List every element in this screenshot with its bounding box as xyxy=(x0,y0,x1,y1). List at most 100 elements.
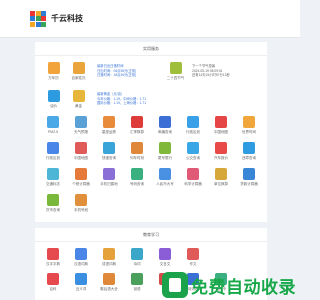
oil-icon xyxy=(47,89,60,102)
service-item[interactable]: 手机归属地 xyxy=(95,168,123,187)
service-label: 汽车报价 xyxy=(214,156,228,160)
site-logo-icon[interactable] xyxy=(30,10,46,27)
solar-term-item[interactable]: 二十四节气 xyxy=(163,61,188,81)
service-icon xyxy=(159,168,171,180)
service-item[interactable]: 汉字字典 xyxy=(39,248,67,267)
service-item[interactable]: 近义词 xyxy=(67,273,95,292)
service-item[interactable]: PM2.5 xyxy=(39,116,67,135)
service-icon xyxy=(47,142,59,154)
service-label: 近义词 xyxy=(75,287,87,291)
service-label: 尾号限行 xyxy=(158,156,172,160)
service-icon xyxy=(159,116,171,128)
service-item[interactable]: 行政区划 xyxy=(39,142,67,161)
service-icon xyxy=(159,142,171,154)
service-icon xyxy=(75,194,87,206)
service-icon xyxy=(103,248,115,260)
service-item[interactable]: 行政区划 xyxy=(179,116,207,135)
service-label: 成语词典 xyxy=(102,262,116,266)
service-icon xyxy=(131,273,143,285)
service-item[interactable]: 交通标志 xyxy=(39,168,67,187)
watermark-logo-icon xyxy=(162,272,188,298)
service-item[interactable]: 谜语 xyxy=(123,273,151,292)
service-label: 交通标志 xyxy=(46,182,60,186)
service-item[interactable]: 世界时间 xyxy=(235,116,263,135)
services-grid: PM2.5 天气预报 星座运势 汇率换算 邮编查询 行政区划 中国地图 世界时间 行政区划 中国地… xyxy=(35,116,267,213)
service-item[interactable]: 汽车报价 xyxy=(207,142,235,161)
service-icon xyxy=(187,142,199,154)
service-icon xyxy=(159,248,171,260)
calendar-icon xyxy=(47,61,60,74)
service-icon xyxy=(47,248,59,260)
service-icon xyxy=(131,142,143,154)
service-label: 星座运势 xyxy=(102,130,116,134)
service-label: 个税计算器 xyxy=(72,182,90,186)
service-item[interactable]: 百家姓氏 xyxy=(66,61,91,81)
service-icon xyxy=(187,116,199,128)
service-item[interactable]: 黄金 xyxy=(66,89,91,109)
service-icon xyxy=(243,142,255,154)
service-icon xyxy=(47,194,59,206)
service-item[interactable]: 万年历 xyxy=(41,61,66,81)
service-item[interactable]: 列车时刻 xyxy=(123,142,151,161)
service-icon xyxy=(103,273,115,285)
service-item[interactable]: 个税计算器 xyxy=(67,168,95,187)
service-item[interactable]: 汇率换算 xyxy=(123,116,151,135)
service-label: 诗词 xyxy=(133,262,141,266)
education-grid: 汉字字典 汉语词典 成语词典 诗词 文言文 作文 xyxy=(35,248,267,267)
section-title: 教育学习 xyxy=(35,228,267,242)
gold-row: 油价 黄金 最新黄金（元/克） 今年价格：1.19，中间价格：1.71 国际价格… xyxy=(35,88,267,110)
page: 千云科技 实用服务 万年历 百家姓氏 最新日出日落时间 日出时间：05点55分(… xyxy=(0,0,300,300)
service-item[interactable]: 天气预报 xyxy=(67,116,95,135)
service-icon xyxy=(47,116,59,128)
service-item[interactable]: 货币查询 xyxy=(39,194,67,213)
solar-term-icon xyxy=(169,61,182,74)
service-label: 汉语词典 xyxy=(74,262,88,266)
gold-icon xyxy=(72,89,85,102)
service-label: 汇率换算 xyxy=(130,130,144,134)
service-item[interactable]: 油价 xyxy=(41,89,66,109)
service-label: 作文 xyxy=(189,262,197,266)
service-label: 单位换算 xyxy=(214,182,228,186)
service-item[interactable]: 邮编查询 xyxy=(151,116,179,135)
service-item[interactable]: 汉语词典 xyxy=(67,248,95,267)
service-item[interactable]: 科学计算器 xyxy=(179,168,207,187)
service-item[interactable]: 违章查询 xyxy=(235,142,263,161)
service-icon xyxy=(75,168,87,180)
service-item[interactable]: 诗词 xyxy=(123,248,151,267)
service-item[interactable]: 尾号限行 xyxy=(151,142,179,161)
service-item[interactable]: 公交查询 xyxy=(179,142,207,161)
service-icon xyxy=(75,273,87,285)
service-label: 货币查询 xyxy=(46,208,60,212)
service-icon xyxy=(103,142,115,154)
service-icon xyxy=(47,168,59,180)
service-icon xyxy=(75,116,87,128)
service-item[interactable]: 中国地图 xyxy=(67,142,95,161)
service-item[interactable]: 作文 xyxy=(179,248,207,267)
service-item[interactable]: 号码查询 xyxy=(123,168,151,187)
service-icon xyxy=(103,168,115,180)
service-icon xyxy=(131,116,143,128)
service-item[interactable]: 百科 xyxy=(39,273,67,292)
service-label: 贷款计算器 xyxy=(240,182,258,186)
service-item[interactable]: 中国地图 xyxy=(207,116,235,135)
service-icon xyxy=(75,142,87,154)
service-item[interactable]: 人民币大写 xyxy=(151,168,179,187)
service-item[interactable]: 成语词典 xyxy=(95,248,123,267)
site-name[interactable]: 千云科技 xyxy=(51,13,83,24)
service-icon xyxy=(187,248,199,260)
service-label: 手机归属地 xyxy=(100,182,118,186)
service-item[interactable]: 贷款计算器 xyxy=(235,168,263,187)
service-label: 歇后语大全 xyxy=(100,287,118,291)
calendar-row: 万年历 百家姓氏 最新日出日落时间 日出时间：05点55分(正常) 日落时间：1… xyxy=(35,60,267,82)
service-label: 文言文 xyxy=(159,262,171,266)
service-item[interactable]: 星座运势 xyxy=(95,116,123,135)
service-item[interactable]: 文言文 xyxy=(151,248,179,267)
service-label: 中国地图 xyxy=(74,156,88,160)
service-icon xyxy=(187,168,199,180)
service-item[interactable]: 单位换算 xyxy=(207,168,235,187)
solar-term-info: 下一个节气是暑 2024-05-19 08:09:51 还有14天15小时57分… xyxy=(192,64,230,78)
site-header: 千云科技 xyxy=(0,0,300,38)
service-item[interactable]: 快递查询 xyxy=(95,142,123,161)
service-item[interactable]: 歇后语大全 xyxy=(95,273,123,292)
service-item[interactable]: 手机号段 xyxy=(67,194,95,213)
